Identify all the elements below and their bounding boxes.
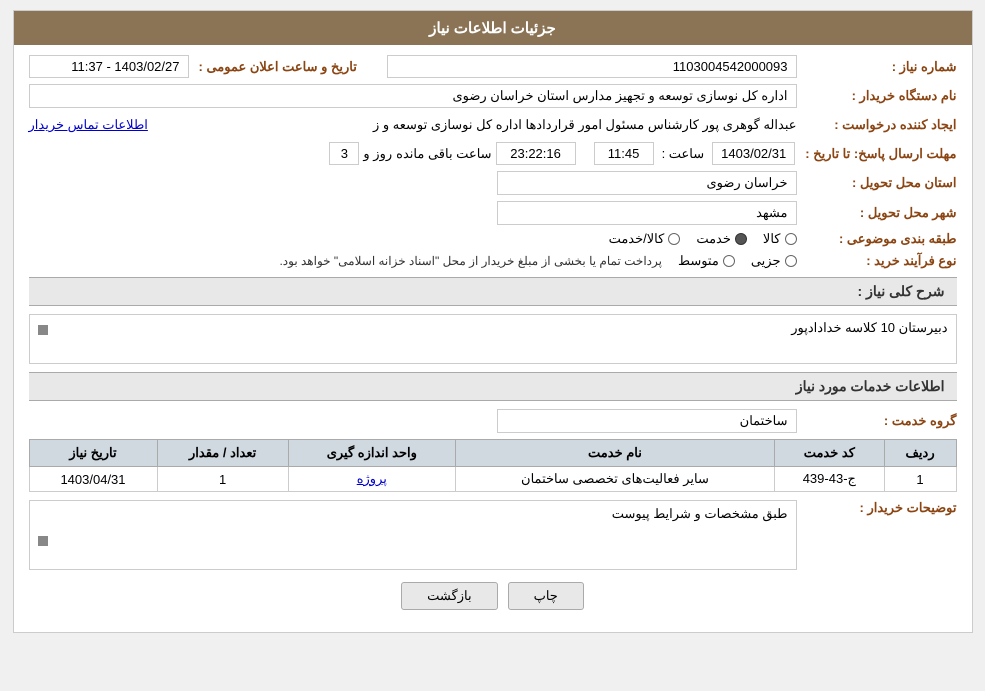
cell-quantity: 1 — [157, 467, 288, 492]
cell-code: ج-43-439 — [775, 467, 885, 492]
creator-value: عبداله گوهری پور کارشناس مسئول امور قرار… — [148, 114, 797, 136]
need-number-row: شماره نیاز : 1103004542000093 تاریخ و سا… — [29, 55, 957, 78]
radio-kala[interactable]: کالا — [763, 231, 797, 247]
page-header: جزئیات اطلاعات نیاز — [14, 11, 972, 45]
main-container: جزئیات اطلاعات نیاز شماره نیاز : 1103004… — [13, 10, 973, 633]
radio-kala-khadamat[interactable]: کالا/خدمت — [609, 231, 681, 247]
deadline-time: 11:45 — [594, 142, 654, 165]
contact-info-link[interactable]: اطلاعات تماس خریدار — [29, 117, 148, 133]
radio-kala-circle — [785, 233, 797, 245]
services-table: ردیف کد خدمت نام خدمت واحد اندازه گیری ت… — [29, 439, 957, 492]
radio-kala-label: کالا — [763, 231, 781, 247]
deadline-days: 3 — [329, 142, 359, 165]
cell-date: 1403/04/31 — [29, 467, 157, 492]
radio-motovaset[interactable]: متوسط — [678, 253, 735, 269]
announcement-label: تاریخ و ساعت اعلان عمومی : — [189, 59, 357, 75]
remaining-row: 23:22:16 ساعت باقی مانده روز و 3 — [329, 142, 575, 165]
col-unit: واحد اندازه گیری — [288, 440, 455, 467]
buyer-desc-value: طبق مشخصات و شرایط پیوست — [612, 506, 788, 521]
radio-motovaset-label: متوسط — [678, 253, 719, 269]
deadline-label: مهلت ارسال پاسخ: تا تاریخ : — [795, 146, 956, 162]
radio-khadamat-label: خدمت — [696, 231, 731, 247]
col-name: نام خدمت — [455, 440, 774, 467]
service-group-value: ساختمان — [497, 409, 797, 433]
cell-name: سایر فعالیت‌های تخصصی ساختمان — [455, 467, 774, 492]
process-label: نوع فرآیند خرید : — [797, 253, 957, 269]
need-description-value: دبیرستان 10 کلاسه خدادادپور — [791, 320, 947, 335]
need-description-label: شرح کلی نیاز : — [858, 283, 945, 299]
city-row: شهر محل تحویل : مشهد — [29, 201, 957, 225]
table-row: 1 ج-43-439 سایر فعالیت‌های تخصصی ساختمان… — [29, 467, 956, 492]
buyer-desc-resize[interactable] — [38, 536, 48, 546]
buttons-row: چاپ بازگشت — [29, 582, 957, 610]
col-row: ردیف — [884, 440, 956, 467]
radio-jozi[interactable]: جزیی — [751, 253, 797, 269]
day-unit: روز و — [363, 146, 392, 162]
print-button[interactable]: چاپ — [508, 582, 584, 610]
service-group-row: گروه خدمت : ساختمان — [29, 409, 957, 433]
need-description-box: دبیرستان 10 کلاسه خدادادپور — [29, 314, 957, 364]
process-options: جزیی متوسط پرداخت تمام یا بخشی از مبلغ خ… — [29, 253, 797, 269]
buyer-desc-label: توضیحات خریدار : — [797, 500, 957, 516]
province-label: استان محل تحویل : — [797, 175, 957, 191]
col-quantity: تعداد / مقدار — [157, 440, 288, 467]
classification-row: طبقه بندی موضوعی : کالا خدمت کالا/خدمت — [29, 231, 957, 247]
radio-kala-khadamat-label: کالا/خدمت — [609, 231, 665, 247]
radio-kala-khadamat-circle — [668, 233, 680, 245]
announcement-value: 1403/02/27 - 11:37 — [29, 55, 189, 78]
radio-khadamat-circle — [735, 233, 747, 245]
radio-jozi-circle — [785, 255, 797, 267]
deadline-datetime: 1403/02/31 ساعت : 11:45 23:22:16 ساعت با… — [29, 142, 796, 165]
city-value: مشهد — [497, 201, 797, 225]
province-value: خراسان رضوی — [497, 171, 797, 195]
process-note: پرداخت تمام یا بخشی از مبلغ خریدار از مح… — [279, 254, 662, 268]
services-section-title: اطلاعات خدمات مورد نیاز — [29, 372, 957, 401]
col-date: تاریخ نیاز — [29, 440, 157, 467]
page-title: جزئیات اطلاعات نیاز — [429, 20, 556, 37]
col-code: کد خدمت — [775, 440, 885, 467]
deadline-row: مهلت ارسال پاسخ: تا تاریخ : 1403/02/31 س… — [29, 142, 957, 165]
creator-row: ایجاد کننده درخواست : عبداله گوهری پور ک… — [29, 114, 957, 136]
classification-options: کالا خدمت کالا/خدمت — [29, 231, 797, 247]
back-button[interactable]: بازگشت — [401, 582, 497, 610]
need-description-section-title: شرح کلی نیاز : — [29, 277, 957, 306]
cell-row: 1 — [884, 467, 956, 492]
content-area: شماره نیاز : 1103004542000093 تاریخ و سا… — [14, 45, 972, 632]
buyer-org-value: اداره کل نوسازی توسعه و تجهیز مدارس استا… — [29, 84, 797, 108]
cell-unit: پروژه — [288, 467, 455, 492]
deadline-date: 1403/02/31 — [712, 142, 795, 165]
need-description-row: دبیرستان 10 کلاسه خدادادپور — [29, 314, 957, 364]
deadline-time-label: ساعت : — [662, 146, 705, 162]
process-row: نوع فرآیند خرید : جزیی متوسط پرداخت تمام… — [29, 253, 957, 269]
need-number-value: 1103004542000093 — [387, 55, 797, 78]
province-row: استان محل تحویل : خراسان رضوی — [29, 171, 957, 195]
radio-jozi-label: جزیی — [751, 253, 781, 269]
city-label: شهر محل تحویل : — [797, 205, 957, 221]
classification-label: طبقه بندی موضوعی : — [797, 231, 957, 247]
service-group-label: گروه خدمت : — [797, 413, 957, 429]
need-number-label: شماره نیاز : — [797, 59, 957, 75]
radio-khadamat[interactable]: خدمت — [696, 231, 747, 247]
buyer-org-label: نام دستگاه خریدار : — [797, 88, 957, 104]
buyer-desc-box: طبق مشخصات و شرایط پیوست — [29, 500, 797, 570]
remaining-label: ساعت باقی مانده — [396, 146, 491, 162]
deadline-clock: 23:22:16 — [496, 142, 576, 165]
radio-motovaset-circle — [723, 255, 735, 267]
resize-handle[interactable] — [38, 325, 48, 335]
buyer-org-row: نام دستگاه خریدار : اداره کل نوسازی توسع… — [29, 84, 957, 108]
creator-label: ایجاد کننده درخواست : — [797, 117, 957, 133]
buyer-desc-row: توضیحات خریدار : طبق مشخصات و شرایط پیوس… — [29, 500, 957, 570]
